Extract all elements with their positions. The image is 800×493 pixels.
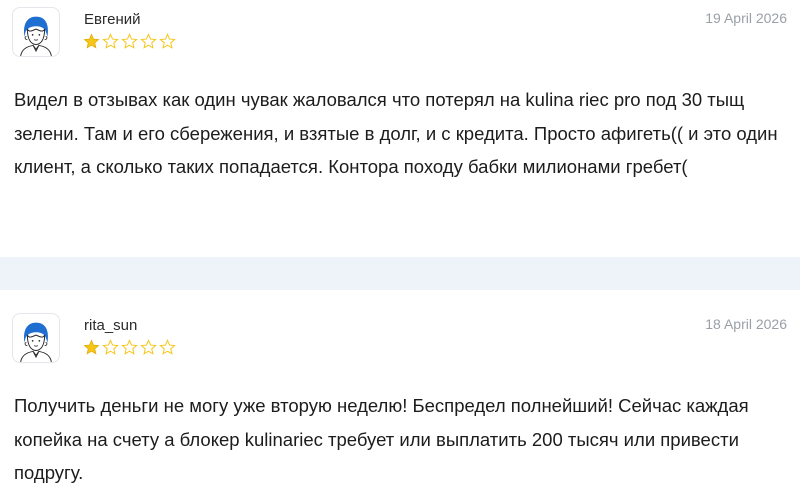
star-empty-icon <box>121 33 138 49</box>
user-avatar-icon <box>12 313 60 363</box>
star-empty-icon <box>140 339 157 355</box>
review-author[interactable]: Евгений <box>84 11 141 28</box>
star-empty-icon <box>159 339 176 355</box>
star-empty-icon <box>102 339 119 355</box>
review-text: Получить деньги не могу уже вторую недел… <box>14 395 749 483</box>
rating-stars <box>83 339 176 356</box>
star-empty-icon <box>102 33 119 49</box>
rating-stars <box>83 33 176 50</box>
star-filled-icon <box>83 33 100 49</box>
review-date: 19 April 2026 <box>705 10 787 26</box>
review-text: Видел в отзывах как один чувак жаловался… <box>14 89 778 177</box>
star-empty-icon <box>140 33 157 49</box>
review-card: rita_sun 18 April 2026 Получить деньги н… <box>0 290 800 493</box>
user-avatar-icon <box>12 7 60 57</box>
star-filled-icon <box>83 339 100 355</box>
review-date: 18 April 2026 <box>705 316 787 332</box>
star-empty-icon <box>159 33 176 49</box>
review-author[interactable]: rita_sun <box>84 317 137 334</box>
star-empty-icon <box>121 339 138 355</box>
review-card: Евгений 19 April 2026 Видел в отзывах ка… <box>0 0 800 257</box>
review-divider <box>0 257 800 290</box>
